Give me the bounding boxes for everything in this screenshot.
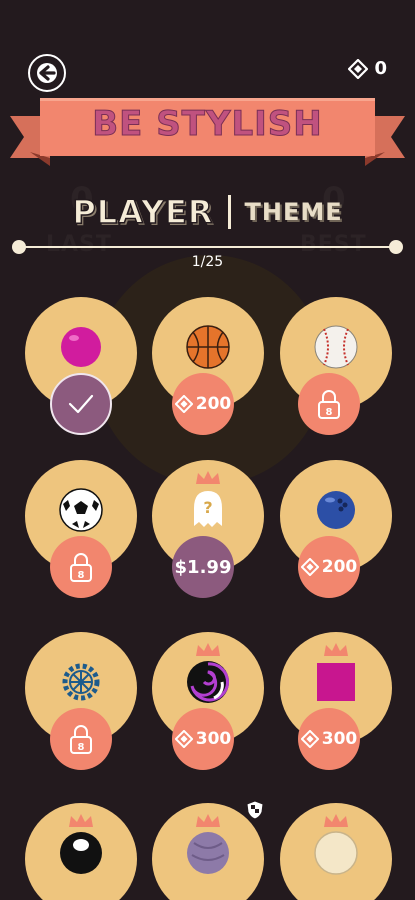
crown-icon — [196, 814, 220, 827]
svg-text:8: 8 — [78, 742, 85, 753]
gem-cost-button[interactable]: 300 — [172, 708, 234, 770]
svg-text:?: ? — [203, 498, 212, 517]
item-grid: 200 8 8? $1.99 200 8 300 300 — [0, 0, 415, 900]
basketball-icon — [186, 325, 230, 369]
purple-ball-icon — [187, 832, 229, 874]
lock-icon: 8 — [70, 553, 92, 582]
crown-icon — [196, 471, 220, 484]
gear-wheel-icon — [62, 663, 100, 701]
item-slot[interactable] — [280, 803, 392, 900]
item-slot[interactable] — [25, 297, 137, 435]
lock-icon: 8 — [70, 725, 92, 754]
svg-text:8: 8 — [78, 570, 85, 581]
gem-cost-button[interactable]: 200 — [298, 536, 360, 598]
selected-badge[interactable] — [50, 373, 112, 435]
diamond-icon — [300, 730, 319, 748]
locked-badge[interactable]: 8 — [50, 708, 112, 770]
gem-cost-label: 300 — [195, 729, 232, 749]
gem-cost-button[interactable]: 200 — [172, 373, 234, 435]
baseball-icon — [314, 325, 358, 369]
crown-icon — [69, 814, 93, 827]
item-slot[interactable]: 300 — [152, 632, 264, 770]
diamond-icon — [174, 395, 193, 413]
pink-ball-icon — [61, 327, 101, 367]
gem-cost-label: 200 — [321, 557, 358, 577]
item-slot[interactable]: 8 — [25, 460, 137, 598]
buy-price-button[interactable]: $1.99 — [172, 536, 234, 598]
shield-icon — [246, 800, 264, 820]
magenta-square-icon — [317, 663, 355, 701]
bowling-ball-icon — [317, 491, 355, 529]
locked-badge[interactable]: 8 — [298, 373, 360, 435]
diamond-icon — [174, 730, 193, 748]
soccer-ball-icon — [59, 488, 103, 532]
cream-ball-icon — [314, 831, 358, 875]
item-slot[interactable] — [25, 803, 137, 900]
mystery-ghost-icon: ? — [194, 491, 222, 527]
item-slot[interactable]: 300 — [280, 632, 392, 770]
locked-badge[interactable]: 8 — [50, 536, 112, 598]
item-slot[interactable]: 8 — [25, 632, 137, 770]
gem-cost-label: 200 — [195, 394, 232, 414]
swirl-ball-icon — [187, 661, 230, 703]
eight-ball-icon — [60, 832, 102, 874]
svg-text:8: 8 — [326, 407, 333, 418]
item-slot[interactable]: ? $1.99 — [152, 460, 264, 598]
gem-cost-button[interactable]: 300 — [298, 708, 360, 770]
crown-icon — [324, 643, 348, 656]
crown-icon — [196, 643, 220, 656]
price-label: $1.99 — [174, 556, 232, 578]
item-slot[interactable]: 8 — [280, 297, 392, 435]
lock-icon: 8 — [318, 390, 340, 419]
item-slot[interactable]: 200 — [280, 460, 392, 598]
crown-icon — [324, 814, 348, 827]
diamond-icon — [300, 558, 319, 576]
checkmark-icon — [68, 394, 94, 414]
item-slot[interactable]: 200 — [152, 297, 264, 435]
gem-cost-label: 300 — [321, 729, 358, 749]
